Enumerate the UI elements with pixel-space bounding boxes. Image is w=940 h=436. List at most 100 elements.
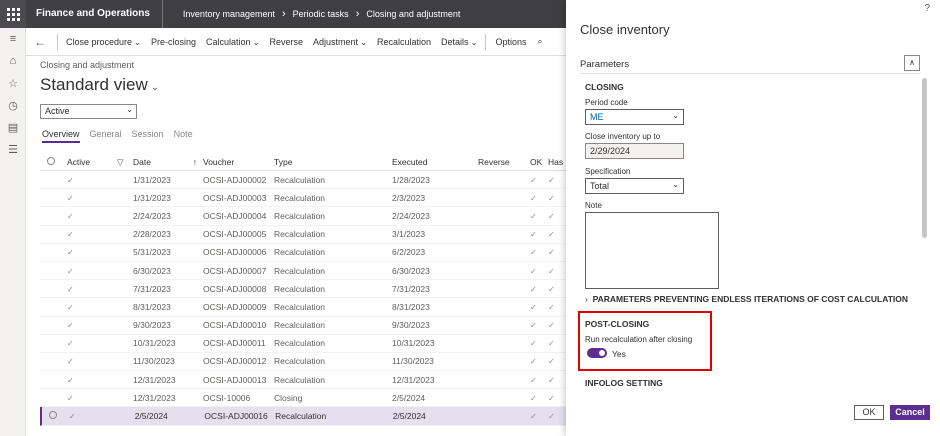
breadcrumb-item[interactable]: Periodic tasks bbox=[293, 9, 349, 19]
filter-icon[interactable]: ▽ bbox=[117, 157, 131, 168]
table-row[interactable]: ✓ 12/31/2023 OCSI-10006 Closing 2/5/2024 ✓ ✓ bbox=[40, 389, 566, 408]
table-row[interactable]: ✓ 12/31/2023 OCSI-ADJ00013 Recalculation 12/… bbox=[40, 371, 566, 390]
back-arrow-icon[interactable]: ← bbox=[26, 35, 54, 49]
cell-voucher: OCSI-ADJ00012 bbox=[203, 356, 267, 367]
table-row[interactable]: ✓ 1/31/2023 OCSI-ADJ00002 Recalculation 1/28… bbox=[40, 171, 566, 190]
cell-date: 8/31/2023 bbox=[133, 301, 171, 312]
recalculation-button[interactable]: Recalculation bbox=[372, 37, 436, 47]
status-filter-select[interactable]: Active ⌄ bbox=[40, 104, 137, 119]
note-textarea[interactable] bbox=[585, 212, 719, 289]
row-select[interactable] bbox=[42, 411, 64, 421]
check-icon: ✓ bbox=[530, 211, 537, 221]
check-icon: ✓ bbox=[67, 339, 74, 349]
cell-voucher: OCSI-ADJ00009 bbox=[203, 301, 267, 312]
iterations-expander[interactable]: › PARAMETERS PREVENTING ENDLESS ITERATIO… bbox=[585, 294, 908, 304]
table-row[interactable]: ✓ 2/5/2024 OCSI-ADJ00016 Recalculation 2/5/2… bbox=[40, 407, 566, 426]
check-icon: ✓ bbox=[67, 211, 74, 221]
check-icon: ✓ bbox=[548, 412, 555, 422]
close-procedure-menu[interactable]: Close procedure bbox=[61, 37, 146, 47]
chevron-down-icon[interactable]: ⌄ bbox=[151, 82, 159, 93]
cancel-button[interactable]: Cancel bbox=[890, 405, 930, 420]
tab-overview[interactable]: Overview bbox=[42, 129, 80, 143]
reverse-button[interactable]: Reverse bbox=[264, 37, 308, 47]
cell-type: Recalculation bbox=[274, 356, 326, 367]
clock-icon[interactable]: ◷ bbox=[0, 94, 26, 116]
table-row[interactable]: ✓ 8/31/2023 OCSI-ADJ00009 Recalculation 8/31… bbox=[40, 298, 566, 317]
cell-executed: 9/30/2023 bbox=[392, 320, 430, 331]
pre-closing-button[interactable]: Pre-closing bbox=[146, 37, 201, 47]
panel-scrollbar[interactable] bbox=[922, 78, 927, 238]
period-code-select[interactable]: ME ⌄ bbox=[585, 109, 684, 125]
check-icon: ✓ bbox=[530, 230, 537, 240]
table-row[interactable]: ✓ 11/30/2023 OCSI-ADJ00012 Recalculation 11/… bbox=[40, 353, 566, 372]
cell-type: Recalculation bbox=[274, 174, 326, 185]
table-row[interactable]: ✓ 6/30/2023 OCSI-ADJ00007 Recalculation 6/30… bbox=[40, 262, 566, 281]
run-recalc-toggle[interactable] bbox=[587, 348, 607, 358]
table-row[interactable]: ✓ 5/31/2023 OCSI-ADJ00006 Recalculation 6/2/… bbox=[40, 244, 566, 262]
table-row[interactable]: ✓ 7/31/2023 OCSI-ADJ00008 Recalculation 7/31… bbox=[40, 280, 566, 299]
cell-type: Recalculation bbox=[275, 411, 327, 422]
tab-note[interactable]: Note bbox=[174, 129, 193, 143]
col-date[interactable]: Date ↑ bbox=[131, 157, 203, 167]
period-code-label: Period code bbox=[585, 98, 628, 107]
app-launcher-icon[interactable] bbox=[0, 0, 26, 28]
col-has[interactable]: Has bbox=[548, 157, 566, 167]
select-all-radio[interactable] bbox=[40, 157, 62, 167]
app-title[interactable]: Finance and Operations bbox=[26, 0, 163, 28]
specification-select[interactable]: Total ⌄ bbox=[585, 178, 684, 194]
run-recalc-value: Yes bbox=[612, 349, 626, 359]
specification-value: Total bbox=[590, 181, 610, 191]
tab-general[interactable]: General bbox=[90, 129, 122, 143]
toggle-knob bbox=[599, 350, 605, 356]
page-title[interactable]: Standard view ⌄ bbox=[40, 75, 159, 95]
parameters-header[interactable]: Parameters ∧ bbox=[580, 52, 920, 74]
check-icon: ✓ bbox=[67, 266, 74, 276]
options-button[interactable]: Options bbox=[489, 37, 532, 47]
col-type[interactable]: Type bbox=[274, 157, 392, 167]
details-menu[interactable]: Details bbox=[436, 37, 482, 47]
home-icon[interactable]: ⌂ bbox=[0, 50, 26, 72]
cell-executed: 3/1/2023 bbox=[392, 229, 426, 240]
collapse-icon[interactable]: ∧ bbox=[904, 55, 920, 71]
search-icon[interactable]: ⌕ bbox=[532, 36, 547, 47]
closing-section-label: CLOSING bbox=[585, 82, 624, 92]
check-icon: ✓ bbox=[530, 248, 537, 258]
table-row[interactable]: ✓ 2/28/2023 OCSI-ADJ00005 Recalculation 3/1/… bbox=[40, 226, 566, 244]
divider bbox=[485, 33, 487, 50]
star-icon[interactable]: ☆ bbox=[0, 72, 26, 94]
table-row[interactable]: ✓ 2/24/2023 OCSI-ADJ00004 Recalculation 2/24… bbox=[40, 207, 566, 226]
cell-voucher: OCSI-ADJ00016 bbox=[204, 411, 268, 422]
cell-date: 11/30/2023 bbox=[133, 356, 175, 367]
breadcrumb-item[interactable]: Inventory management bbox=[183, 9, 275, 19]
table-row[interactable]: ✓ 10/31/2023 OCSI-ADJ00011 Recalculation 10/… bbox=[40, 335, 566, 353]
workspace-icon[interactable]: ▤ bbox=[0, 116, 26, 138]
check-icon: ✓ bbox=[530, 321, 537, 331]
tab-session[interactable]: Session bbox=[132, 129, 164, 143]
col-active[interactable]: Active bbox=[62, 157, 117, 167]
check-icon: ✓ bbox=[67, 175, 74, 185]
col-voucher[interactable]: Voucher bbox=[203, 157, 274, 167]
cell-type: Recalculation bbox=[274, 320, 326, 331]
chevron-right-icon: › bbox=[585, 294, 588, 304]
calculation-menu[interactable]: Calculation bbox=[201, 37, 264, 47]
check-icon: ✓ bbox=[548, 357, 555, 367]
col-executed[interactable]: Executed bbox=[392, 157, 478, 167]
cell-executed: 2/3/2023 bbox=[392, 192, 426, 203]
post-closing-section-label: POST-CLOSING bbox=[585, 319, 650, 329]
view-name: Standard view bbox=[40, 75, 148, 94]
breadcrumb-item[interactable]: Closing and adjustment bbox=[366, 9, 460, 19]
col-ok[interactable]: OK bbox=[530, 157, 548, 167]
infolog-section-label[interactable]: INFOLOG SETTING bbox=[585, 378, 663, 388]
ok-button[interactable]: OK bbox=[854, 405, 884, 420]
adjustment-menu[interactable]: Adjustment bbox=[308, 37, 372, 47]
cell-voucher: OCSI-ADJ00004 bbox=[203, 210, 267, 221]
help-icon[interactable]: ? bbox=[924, 3, 930, 14]
cell-type: Recalculation bbox=[274, 338, 326, 349]
table-row[interactable]: ✓ 1/31/2023 OCSI-ADJ00003 Recalculation 2/3/… bbox=[40, 189, 566, 208]
hamburger-icon[interactable]: ≡ bbox=[0, 28, 26, 50]
col-reverse[interactable]: Reverse bbox=[478, 157, 530, 167]
cell-executed: 6/2/2023 bbox=[392, 247, 426, 258]
list-icon[interactable]: ☰ bbox=[0, 138, 26, 160]
table-row[interactable]: ✓ 9/30/2023 OCSI-ADJ00010 Recalculation 9/30… bbox=[40, 317, 566, 335]
period-code-value: ME bbox=[590, 112, 604, 122]
